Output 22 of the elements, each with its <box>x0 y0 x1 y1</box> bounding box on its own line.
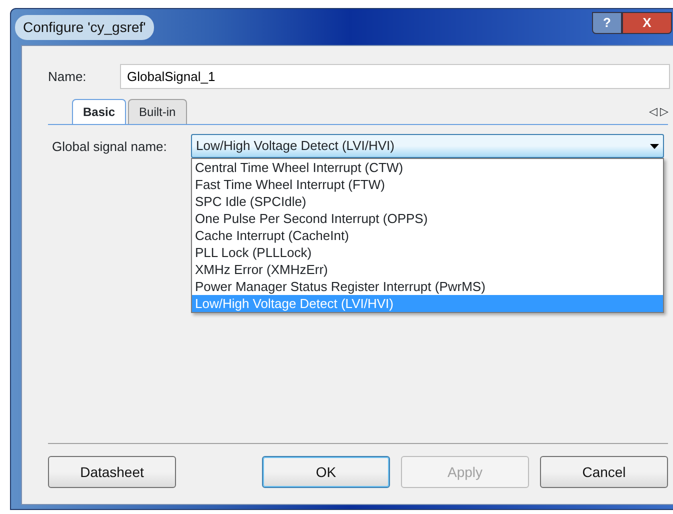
name-field[interactable]: GlobalSignal_1 <box>120 64 670 89</box>
dialog-button[interactable]: OK <box>262 456 390 488</box>
dialog-button[interactable]: Cancel <box>540 456 668 488</box>
scroll-button[interactable]: ◁ <box>648 104 657 120</box>
dropdown-option[interactable]: Fast Time Wheel Interrupt (FTW) <box>192 176 663 193</box>
dropdown-option[interactable]: Power Manager Status Register Interrupt (PwrMS) <box>192 278 663 295</box>
tab[interactable]: Basic <box>72 99 126 124</box>
dropdown-option[interactable]: One Pulse Per Second Interrupt (OPPS) <box>192 210 663 227</box>
dialog-button[interactable]: Datasheet <box>48 456 176 488</box>
caret-icon <box>650 144 659 148</box>
dropdown-option[interactable]: Cache Interrupt (CacheInt) <box>192 227 663 244</box>
dropdown-option[interactable]: PLL Lock (PLLLock) <box>192 244 663 261</box>
dropdown-option[interactable]: Central Time Wheel Interrupt (CTW) <box>192 159 663 176</box>
tab[interactable]: Built-in <box>128 99 187 124</box>
close-button[interactable]: X <box>622 12 672 34</box>
signal-dropdown[interactable]: Low/High Voltage Detect (LVI/HVI) <box>191 134 664 158</box>
window-title: Configure 'cy_gsref' <box>15 14 154 40</box>
scroll-button[interactable]: ▷ <box>660 104 668 120</box>
dropdown-option[interactable]: XMHz Error (XMHzErr) <box>192 261 663 278</box>
dropdown-option[interactable]: SPC Idle (SPCIdle) <box>192 193 663 210</box>
field-label: Global signal name: <box>52 138 168 156</box>
field-label: Name: <box>48 68 88 86</box>
